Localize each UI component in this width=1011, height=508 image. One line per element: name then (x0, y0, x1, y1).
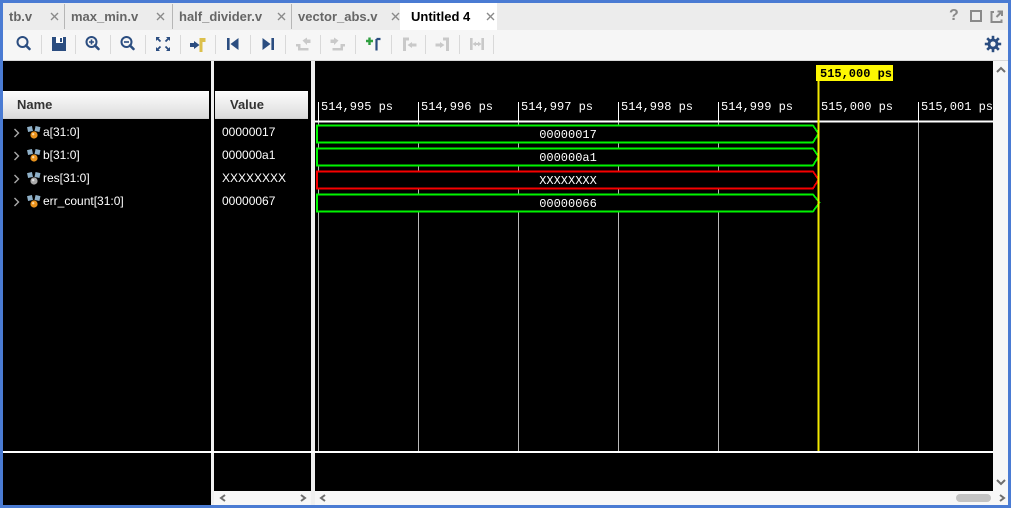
svg-text:515,000 ps: 515,000 ps (821, 100, 893, 114)
svg-text:514,996 ps: 514,996 ps (421, 100, 493, 114)
svg-text:XXXXXXXX: XXXXXXXX (539, 174, 597, 188)
svg-text:00000017: 00000017 (539, 128, 597, 142)
svg-text:514,997 ps: 514,997 ps (521, 100, 593, 114)
svg-text:00000066: 00000066 (539, 197, 597, 211)
svg-text:515,000 ps: 515,000 ps (820, 67, 892, 81)
svg-text:514,995 ps: 514,995 ps (321, 100, 393, 114)
svg-text:514,998 ps: 514,998 ps (621, 100, 693, 114)
svg-text:000000a1: 000000a1 (539, 151, 597, 165)
svg-text:515,001 ps: 515,001 ps (921, 100, 993, 114)
svg-text:514,999 ps: 514,999 ps (721, 100, 793, 114)
